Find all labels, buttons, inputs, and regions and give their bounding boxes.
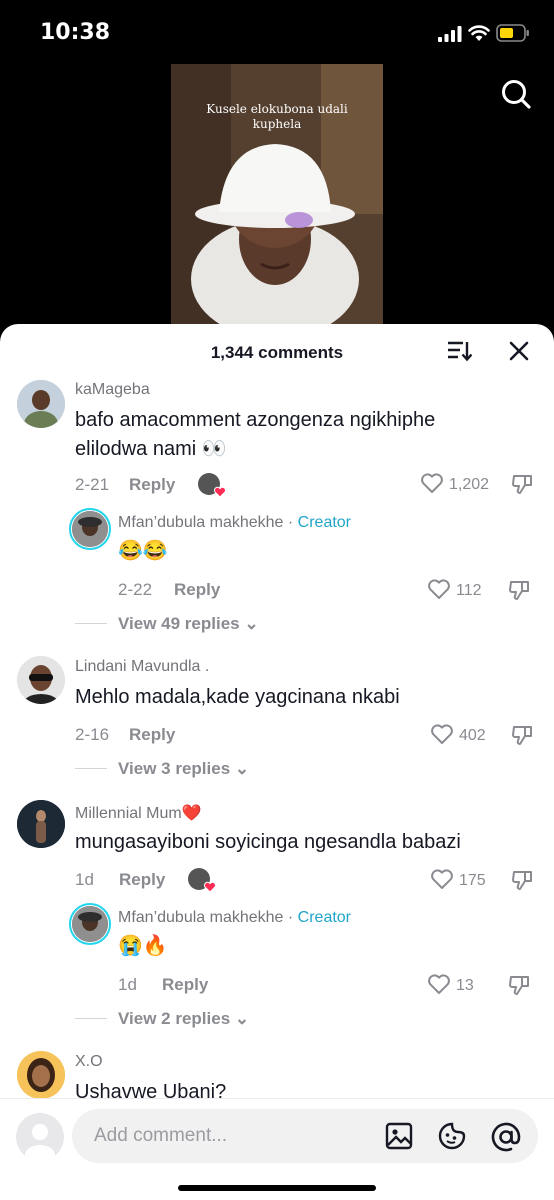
view-replies-label: View 2 replies: [118, 1009, 231, 1028]
heart-icon: [204, 881, 216, 893]
mention-icon[interactable]: [490, 1121, 522, 1153]
comment-input-bar: Add comment...: [0, 1098, 554, 1200]
dislike-icon[interactable]: [511, 724, 533, 746]
dislike-icon[interactable]: [511, 869, 533, 891]
comment-text-line2: elilodwa nami 👀: [75, 438, 227, 460]
avatar[interactable]: [17, 380, 65, 428]
like-count: 112: [456, 582, 482, 599]
reply-username[interactable]: Mfan’dubula makhekhe: [118, 909, 283, 926]
like-heart-icon[interactable]: [430, 868, 454, 890]
comment-username[interactable]: kaMageba: [75, 381, 150, 399]
status-time: 10:38: [40, 20, 111, 45]
username-separator: ·: [283, 909, 298, 926]
view-replies-divider: [75, 768, 107, 769]
like-count: 1,202: [449, 476, 490, 493]
reply-date: 1d: [118, 975, 137, 994]
creator-avatar-ring[interactable]: [69, 508, 111, 550]
avatar: [72, 511, 108, 547]
dislike-icon[interactable]: [511, 473, 533, 495]
default-avatar-icon: [25, 1124, 55, 1161]
status-bar: 10:38: [0, 0, 554, 64]
reply-username[interactable]: Mfan’dubula makhekhe: [118, 514, 283, 531]
like-heart-icon[interactable]: [430, 723, 454, 745]
chevron-down-icon: ⌄: [234, 1009, 250, 1028]
like-count: 13: [456, 977, 474, 994]
avatar[interactable]: [17, 656, 65, 704]
battery-icon: [496, 24, 529, 42]
view-replies-label: View 3 replies: [118, 759, 231, 778]
reply-button[interactable]: Reply: [174, 580, 220, 600]
avatar-illustration: [72, 906, 108, 942]
reply-username-line: Mfan’dubula makhekhe · Creator: [118, 909, 351, 927]
avatar-illustration: [17, 380, 65, 428]
image-icon[interactable]: [384, 1121, 414, 1151]
avatar-illustration: [17, 656, 65, 704]
view-replies-button[interactable]: View 3 replies ⌄: [118, 759, 249, 779]
comments-header: 1,344 comments: [0, 324, 554, 380]
comment-text: mungasayiboni soyicinga ngesandla babazi: [75, 831, 461, 853]
comment-date: 2-21: [75, 475, 110, 494]
like-heart-icon[interactable]: [427, 973, 451, 995]
like-heart-icon[interactable]: [420, 472, 444, 494]
reply-button[interactable]: Reply: [162, 975, 208, 995]
like-count: 175: [459, 872, 486, 889]
view-replies-button[interactable]: View 2 replies ⌄: [118, 1009, 249, 1029]
comment-date: 1d: [75, 870, 94, 889]
creator-liked-badge: [198, 473, 226, 498]
home-indicator: [178, 1185, 376, 1191]
signal-icon: [438, 26, 462, 42]
wifi-icon: [468, 25, 490, 41]
view-replies-label: View 49 replies: [118, 614, 240, 633]
my-avatar: [16, 1113, 64, 1161]
close-icon[interactable]: [508, 340, 530, 362]
avatar-illustration: [72, 511, 108, 547]
like-heart-icon[interactable]: [427, 578, 451, 600]
search-icon[interactable]: [500, 78, 532, 110]
comment-username[interactable]: Lindani Mavundla .: [75, 658, 209, 676]
heart-icon: [214, 486, 226, 498]
chevron-down-icon: ⌄: [244, 614, 259, 633]
comment-input[interactable]: Add comment...: [72, 1109, 538, 1163]
avatar-illustration: [17, 1051, 65, 1099]
sort-icon[interactable]: [446, 339, 472, 363]
comments-sheet: 1,344 comments kaMageba bafo amacomment …: [0, 324, 554, 1200]
comment-date: 2-16: [75, 725, 110, 744]
comment-username[interactable]: X.O: [75, 1053, 103, 1071]
creator-tag: Creator: [297, 909, 352, 926]
reply-text: 😂😂: [118, 540, 168, 562]
video-caption-line2: kuphela: [252, 117, 302, 131]
comment-username[interactable]: Millennial Mum❤️: [75, 803, 202, 823]
view-replies-button[interactable]: View 49 replies ⌄: [118, 614, 259, 634]
avatar[interactable]: [17, 1051, 65, 1099]
chevron-down-icon: ⌄: [234, 759, 250, 778]
creator-avatar-ring[interactable]: [69, 903, 111, 945]
comment-text-line1: bafo amacomment azongenza ngikhiphe: [75, 409, 436, 431]
reply-button[interactable]: Reply: [129, 475, 175, 495]
comment-text: Mehlo madala,kade yagcinana nkabi: [75, 686, 400, 708]
video-preview[interactable]: Kusele elokubona udali kuphela: [171, 64, 383, 326]
avatar[interactable]: [17, 800, 65, 848]
reply-username-line: Mfan’dubula makhekhe · Creator: [118, 514, 351, 532]
comment-text: bafo amacomment azongenza ngikhiphe elil…: [75, 406, 435, 464]
avatar-illustration: [17, 800, 65, 848]
reply-button[interactable]: Reply: [119, 870, 165, 890]
creator-liked-badge: [188, 868, 216, 893]
username-separator: ·: [283, 514, 298, 531]
dislike-icon[interactable]: [508, 974, 530, 996]
view-replies-divider: [75, 1018, 107, 1019]
like-count: 402: [459, 727, 486, 744]
reply-date: 2-22: [118, 580, 153, 599]
reply-text: 😭🔥: [118, 935, 168, 957]
creator-tag: Creator: [297, 514, 352, 531]
emoji-icon[interactable]: [437, 1121, 467, 1151]
video-caption-line1: Kusele elokubona udali: [206, 102, 348, 116]
view-replies-divider: [75, 623, 107, 624]
avatar: [72, 906, 108, 942]
reply-button[interactable]: Reply: [129, 725, 175, 745]
dislike-icon[interactable]: [508, 579, 530, 601]
comment-input-placeholder: Add comment...: [94, 1125, 228, 1146]
video-caption: Kusele elokubona udali kuphela: [171, 102, 383, 132]
